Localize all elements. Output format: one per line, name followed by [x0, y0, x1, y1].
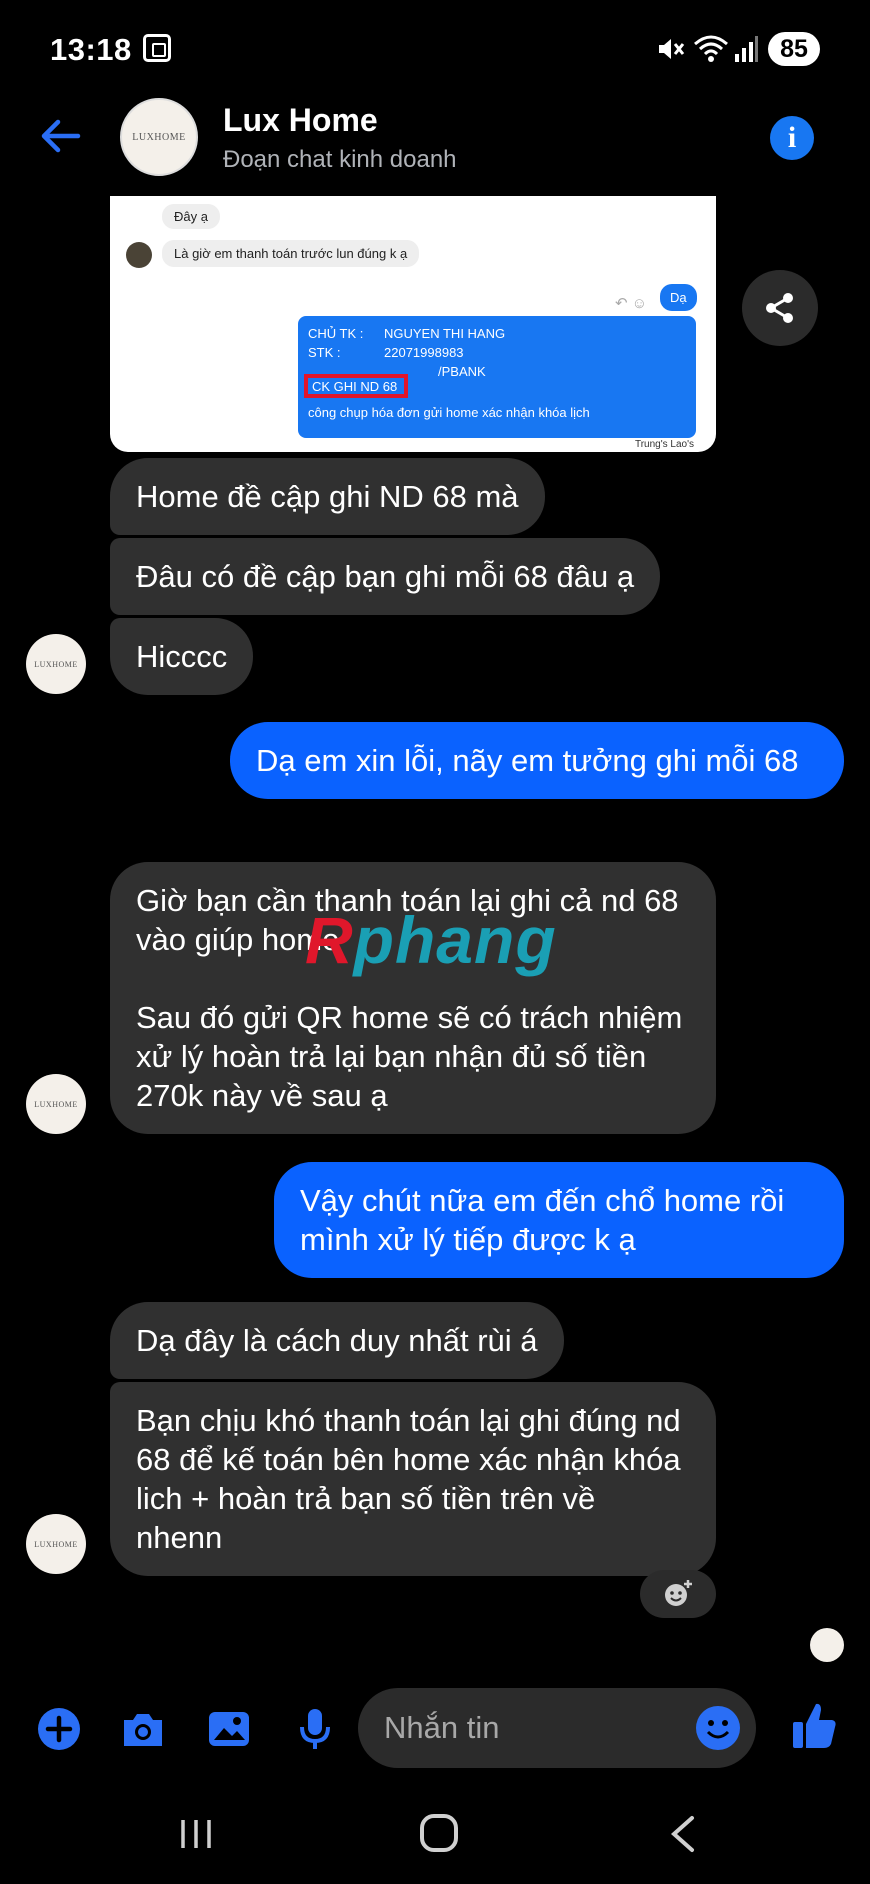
image-watermark: Trung's Lao's [634, 439, 694, 450]
owner-label: CHỦ TK : [308, 326, 364, 341]
image-reaction-icons: ↶ ☺ [615, 295, 648, 312]
avatar-logo-text: LUXHOME [34, 1539, 78, 1549]
add-icon[interactable] [36, 1706, 82, 1752]
incoming-message[interactable]: Giờ bạn cần thanh toán lại ghi cả nd 68 … [110, 862, 716, 1134]
incoming-message[interactable]: Dạ đây là cách duy nhất rùi á [110, 1302, 564, 1379]
ck-note-highlight: CK GHI ND 68 [304, 374, 408, 398]
message-paragraph: Sau đó gửi QR home sẽ có trách nhiệm xử … [136, 1000, 683, 1113]
add-reaction-icon [665, 1580, 692, 1606]
add-reaction-button[interactable] [640, 1570, 716, 1618]
camera-icon[interactable] [120, 1706, 166, 1752]
avatar-logo-text: LUXHOME [34, 659, 78, 669]
incoming-message[interactable]: Hicccc [110, 618, 254, 695]
message-input[interactable]: Nhắn tin [358, 1688, 756, 1768]
image-bank-card: CHỦ TK : NGUYEN THI HANG STK : 22071998983… [298, 316, 696, 438]
like-thumb-icon[interactable] [790, 1700, 838, 1752]
microphone-icon[interactable] [292, 1706, 338, 1752]
gallery-icon[interactable] [206, 1706, 252, 1752]
stk-label: STK : [308, 345, 341, 360]
share-button[interactable] [742, 270, 818, 346]
sender-avatar[interactable]: LUXHOME [26, 1514, 86, 1574]
status-time: 13:18 [50, 32, 132, 67]
back-arrow-icon[interactable] [38, 114, 82, 158]
image-avatar [126, 242, 152, 268]
system-back-icon[interactable] [668, 1814, 698, 1854]
image-note: công chụp hóa đơn gửi home xác nhận khóa… [308, 405, 590, 420]
image-reply: Dạ [660, 284, 697, 311]
emoji-face-icon [706, 1720, 730, 1739]
seen-avatar [810, 1628, 844, 1662]
incoming-message[interactable]: Home đề cập ghi ND 68 mà [110, 458, 545, 535]
shared-screenshot-image[interactable]: Đây ạ Là giờ em thanh toán trước lun đún… [110, 196, 716, 452]
contact-subtitle: Đoạn chat kinh doanh [223, 146, 457, 173]
emoji-icon[interactable] [696, 1706, 740, 1750]
system-navigation-bar [0, 1790, 870, 1884]
sender-avatar[interactable]: LUXHOME [26, 634, 86, 694]
message-input-placeholder: Nhắn tin [384, 1710, 500, 1745]
message-paragraph: Giờ bạn cần thanh toán lại ghi cả nd 68 … [136, 883, 679, 957]
status-bar: 13:18 85 [0, 0, 870, 100]
outgoing-message[interactable]: Vậy chút nữa em đến chổ home rồi mình xử… [274, 1162, 844, 1278]
battery-level: 85 [768, 32, 820, 66]
incoming-message[interactable]: Bạn chịu khó thanh toán lại ghi đúng nd … [110, 1382, 716, 1576]
outgoing-message[interactable]: Dạ em xin lỗi, nãy em tưởng ghi mỗi 68 [230, 722, 844, 799]
stk-value: 22071998983 [384, 345, 464, 360]
incoming-message[interactable]: Đâu có đề cập bạn ghi mỗi 68 đâu ạ [110, 538, 661, 615]
contact-name[interactable]: Lux Home [223, 102, 378, 139]
sender-avatar[interactable]: LUXHOME [26, 1074, 86, 1134]
contact-avatar[interactable]: LUXHOME [120, 98, 198, 176]
image-msg-2: Là giờ em thanh toán trước lun đúng k ạ [162, 240, 420, 267]
share-icon [766, 293, 793, 323]
message-composer: Nhắn tin [0, 1686, 870, 1770]
bank-value: /PBANK [438, 364, 486, 379]
info-icon[interactable]: i [770, 116, 814, 160]
avatar-logo-text: LUXHOME [34, 1099, 78, 1109]
chat-header: LUXHOME Lux Home Đoạn chat kinh doanh i [0, 96, 870, 186]
screenshot-icon [143, 34, 171, 62]
mute-icon [659, 39, 685, 59]
image-msg-1: Đây ạ [162, 204, 220, 229]
owner-value: NGUYEN THI HANG [384, 326, 506, 341]
wifi-icon [694, 35, 728, 62]
home-icon[interactable] [420, 1814, 458, 1852]
avatar-logo-text: LUXHOME [132, 131, 186, 143]
signal-icon [735, 36, 758, 62]
recent-apps-icon[interactable] [178, 1818, 214, 1850]
